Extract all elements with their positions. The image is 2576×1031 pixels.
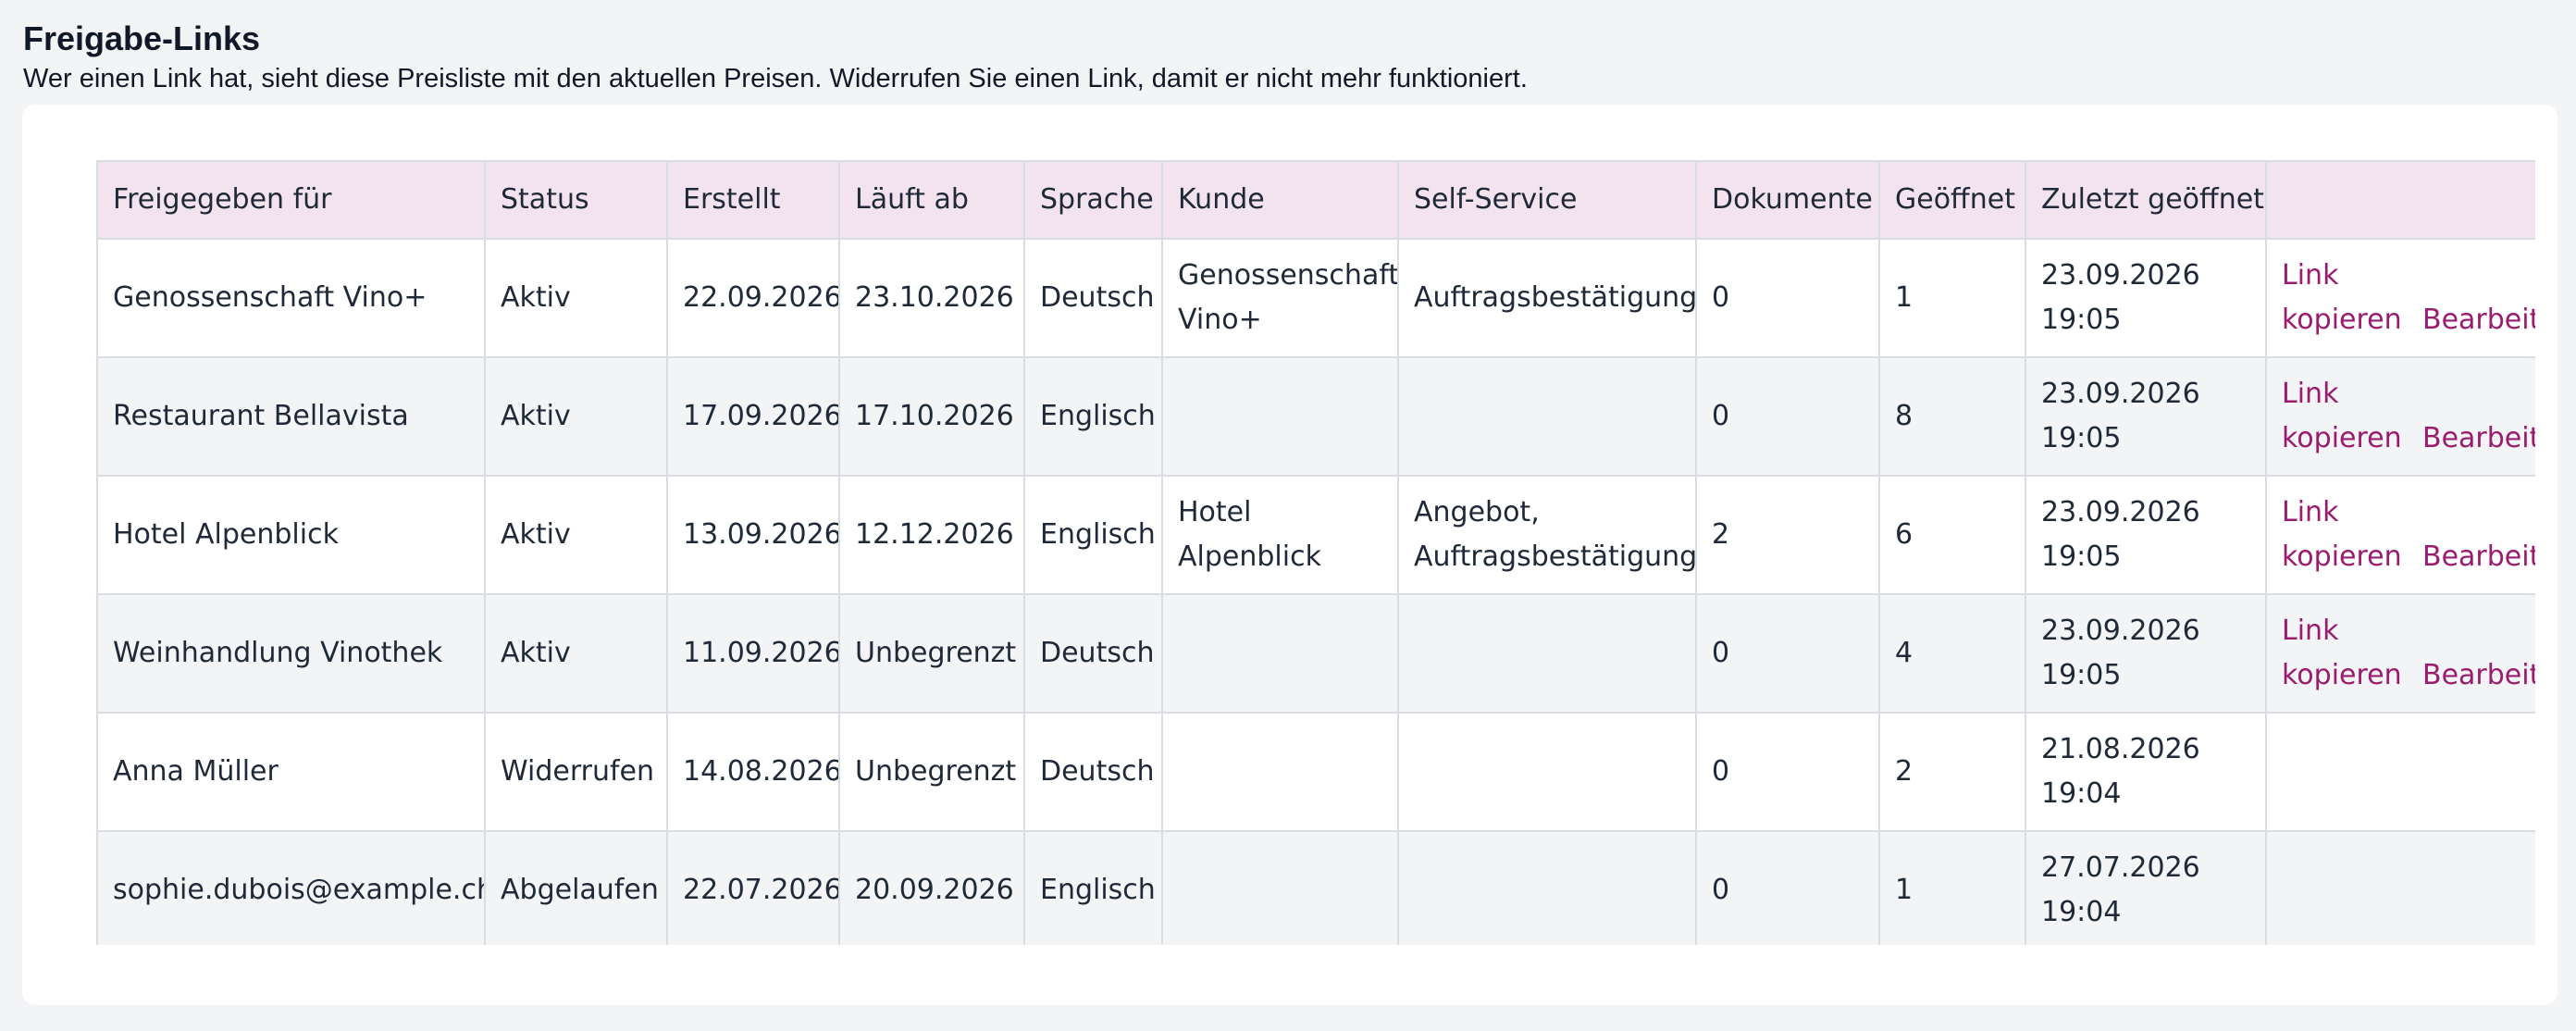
cell-self-service: [1397, 593, 1697, 714]
cell-created: 14.08.2026: [666, 712, 840, 832]
cell-shared-for: Hotel Alpenblick: [96, 475, 486, 595]
column-header-documents: Dokumente: [1695, 160, 1880, 240]
cell-self-service: [1397, 356, 1697, 477]
cell-actions: Link kopierenBearbeiten: [2265, 356, 2535, 477]
share-links-card: Freigegeben für Status Erstellt Läuft ab…: [22, 105, 2557, 1005]
column-header-created: Erstellt: [666, 160, 840, 240]
cell-actions: [2265, 712, 2535, 832]
copy-link-button[interactable]: Link kopieren: [2282, 491, 2411, 579]
cell-last-opened: 23.09.2026 19:05: [2025, 593, 2267, 714]
cell-customer: Hotel Alpenblick: [1161, 475, 1399, 595]
cell-created: 13.09.2026: [666, 475, 840, 595]
column-header-self-service: Self-Service: [1397, 160, 1697, 240]
table-row: Hotel Alpenblick Aktiv 13.09.2026 12.12.…: [96, 475, 2535, 595]
cell-customer: [1161, 356, 1399, 477]
cell-opened: 2: [1878, 712, 2026, 832]
cell-expires: Unbegrenzt: [838, 593, 1025, 714]
cell-language: Englisch: [1023, 356, 1163, 477]
copy-link-button[interactable]: Link kopieren: [2282, 609, 2411, 698]
cell-actions: Link kopierenBearbeiten: [2265, 475, 2535, 595]
cell-language: Englisch: [1023, 830, 1163, 945]
cell-status: Widerrufen: [484, 712, 668, 832]
cell-language: Deutsch: [1023, 712, 1163, 832]
cell-opened: 6: [1878, 475, 2026, 595]
table-row: Anna Müller Widerrufen 14.08.2026 Unbegr…: [96, 712, 2535, 832]
cell-status: Aktiv: [484, 593, 668, 714]
table-header-row: Freigegeben für Status Erstellt Läuft ab…: [96, 160, 2535, 240]
cell-actions: [2265, 830, 2535, 945]
edit-link-button[interactable]: Bearbeiten: [2422, 298, 2535, 342]
column-header-customer: Kunde: [1161, 160, 1399, 240]
table-row: Genossenschaft Vino+ Aktiv 22.09.2026 23…: [96, 238, 2535, 358]
column-header-last-opened: Zuletzt geöffnet: [2025, 160, 2267, 240]
share-links-table: Freigegeben für Status Erstellt Läuft ab…: [96, 160, 2535, 945]
column-header-shared-for: Freigegeben für: [96, 160, 486, 240]
cell-opened: 1: [1878, 830, 2026, 945]
column-header-language: Sprache: [1023, 160, 1163, 240]
copy-link-button[interactable]: Link kopieren: [2282, 372, 2411, 461]
cell-last-opened: 21.08.2026 19:04: [2025, 712, 2267, 832]
column-header-status: Status: [484, 160, 668, 240]
cell-documents: 0: [1695, 712, 1880, 832]
cell-expires: 20.09.2026: [838, 830, 1025, 945]
cell-customer: [1161, 593, 1399, 714]
cell-opened: 8: [1878, 356, 2026, 477]
edit-link-button[interactable]: Bearbeiten: [2422, 416, 2535, 461]
cell-expires: 12.12.2026: [838, 475, 1025, 595]
cell-shared-for: Anna Müller: [96, 712, 486, 832]
cell-status: Aktiv: [484, 238, 668, 358]
cell-documents: 0: [1695, 593, 1880, 714]
cell-created: 11.09.2026: [666, 593, 840, 714]
page-title: Freigabe-Links: [23, 19, 261, 57]
column-header-actions: [2265, 160, 2535, 240]
column-header-expires: Läuft ab: [838, 160, 1025, 240]
copy-link-button[interactable]: Link kopieren: [2282, 254, 2411, 342]
cell-documents: 0: [1695, 356, 1880, 477]
cell-language: Deutsch: [1023, 238, 1163, 358]
cell-self-service: Auftragsbestätigung: [1397, 238, 1697, 358]
cell-actions: Link kopierenBearbeiten: [2265, 593, 2535, 714]
cell-opened: 4: [1878, 593, 2026, 714]
cell-self-service: [1397, 712, 1697, 832]
cell-expires: Unbegrenzt: [838, 712, 1025, 832]
cell-expires: 17.10.2026: [838, 356, 1025, 477]
page-subtitle: Wer einen Link hat, sieht diese Preislis…: [23, 64, 1528, 93]
table-row: Restaurant Bellavista Aktiv 17.09.2026 1…: [96, 356, 2535, 477]
table-row: Weinhandlung Vinothek Aktiv 11.09.2026 U…: [96, 593, 2535, 714]
cell-self-service: Angebot, Auftragsbestätigung: [1397, 475, 1697, 595]
cell-last-opened: 23.09.2026 19:05: [2025, 238, 2267, 358]
cell-shared-for: Genossenschaft Vino+: [96, 238, 486, 358]
cell-opened: 1: [1878, 238, 2026, 358]
cell-self-service: [1397, 830, 1697, 945]
share-links-table-wrapper[interactable]: Freigegeben für Status Erstellt Läuft ab…: [96, 160, 2535, 945]
cell-created: 22.07.2026: [666, 830, 840, 945]
cell-expires: 23.10.2026: [838, 238, 1025, 358]
cell-documents: 0: [1695, 238, 1880, 358]
page-header: Freigabe-Links Wer einen Link hat, sieht…: [23, 17, 2558, 96]
cell-language: Deutsch: [1023, 593, 1163, 714]
cell-created: 22.09.2026: [666, 238, 840, 358]
column-header-opened: Geöffnet: [1878, 160, 2026, 240]
cell-last-opened: 23.09.2026 19:05: [2025, 475, 2267, 595]
cell-language: Englisch: [1023, 475, 1163, 595]
cell-actions: Link kopierenBearbeiten: [2265, 238, 2535, 358]
cell-status: Aktiv: [484, 475, 668, 595]
cell-documents: 0: [1695, 830, 1880, 945]
table-row: sophie.dubois@example.ch Abgelaufen 22.0…: [96, 830, 2535, 945]
cell-customer: [1161, 830, 1399, 945]
edit-link-button[interactable]: Bearbeiten: [2422, 535, 2535, 579]
cell-shared-for: sophie.dubois@example.ch: [96, 830, 486, 945]
cell-shared-for: Weinhandlung Vinothek: [96, 593, 486, 714]
cell-shared-for: Restaurant Bellavista: [96, 356, 486, 477]
cell-last-opened: 27.07.2026 19:04: [2025, 830, 2267, 945]
cell-customer: [1161, 712, 1399, 832]
edit-link-button[interactable]: Bearbeiten: [2422, 653, 2535, 698]
cell-last-opened: 23.09.2026 19:05: [2025, 356, 2267, 477]
cell-status: Abgelaufen: [484, 830, 668, 945]
cell-documents: 2: [1695, 475, 1880, 595]
cell-created: 17.09.2026: [666, 356, 840, 477]
cell-customer: Genossenschaft Vino+: [1161, 238, 1399, 358]
cell-status: Aktiv: [484, 356, 668, 477]
